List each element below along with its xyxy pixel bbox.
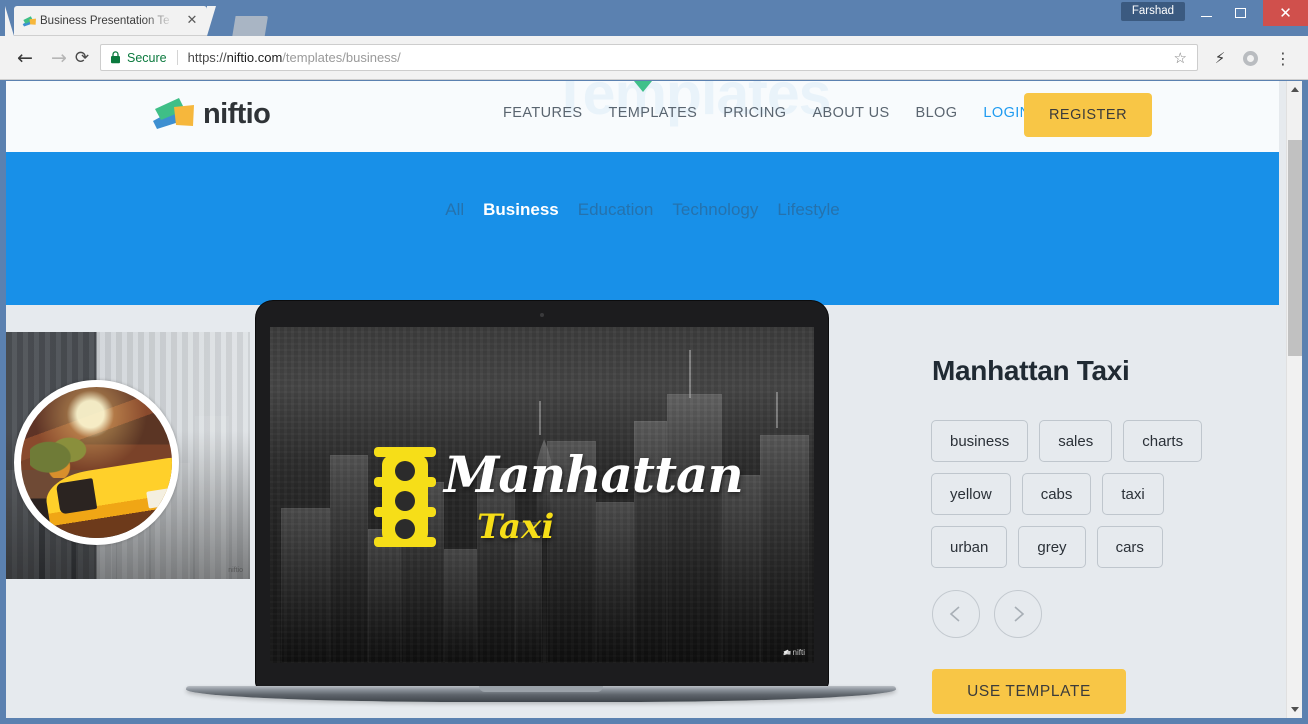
- taxi-photo-headlight: [146, 487, 172, 509]
- window-close-button[interactable]: ✕: [1263, 0, 1308, 26]
- slide-subtitle: Taxi: [477, 507, 555, 547]
- triangle-down-icon: [1291, 707, 1299, 712]
- taxi-photo-window: [55, 477, 98, 515]
- tag-urban[interactable]: urban: [931, 526, 1008, 568]
- tag-cabs[interactable]: cabs: [1021, 473, 1092, 515]
- close-icon: ✕: [1279, 3, 1292, 22]
- browser-tab[interactable]: Business Presentation Te ✕: [5, 6, 216, 36]
- laptop-mockup: Manhattan Taxi nifti: [186, 301, 896, 702]
- filter-education[interactable]: Education: [578, 200, 654, 220]
- template-slide-preview[interactable]: Manhattan Taxi nifti: [270, 327, 814, 663]
- filter-lifestyle[interactable]: Lifestyle: [777, 200, 839, 220]
- laptop-notch: [479, 686, 603, 692]
- chevron-right-icon: [1014, 606, 1025, 622]
- main-navigation: FEATURES TEMPLATES PRICING ABOUT US BLOG…: [490, 105, 1044, 121]
- category-filter-band: All Business Education Technology Lifest…: [6, 152, 1279, 305]
- site-header: Templates niftio FEATURES TEMPLATES PRIC…: [6, 81, 1279, 152]
- tag-yellow[interactable]: yellow: [931, 473, 1011, 515]
- slide-title: Manhattan: [444, 445, 744, 504]
- active-nav-caret-icon: [634, 81, 652, 92]
- address-bar[interactable]: Secure https://niftio.com/templates/busi…: [100, 44, 1198, 71]
- template-showcase: niftio Manhattan Taxi nifti Manhattan Ta…: [6, 301, 1279, 718]
- tag-grey[interactable]: grey: [1018, 526, 1086, 568]
- tag-sales[interactable]: sales: [1039, 420, 1113, 462]
- browser-window: Business Presentation Te ✕ Farshad ✕ ← →…: [0, 0, 1308, 724]
- register-button[interactable]: REGISTER: [1024, 93, 1152, 137]
- laptop-camera-icon: [540, 313, 544, 317]
- scroll-down-button[interactable]: [1287, 701, 1303, 718]
- browser-menu-icon[interactable]: ⋮: [1270, 45, 1296, 71]
- previous-template-button[interactable]: [932, 590, 980, 638]
- tag-business[interactable]: business: [931, 420, 1029, 462]
- category-filter-list: All Business Education Technology Lifest…: [6, 200, 1279, 220]
- security-indicator[interactable]: Secure: [110, 51, 167, 65]
- triangle-up-icon: [1291, 87, 1299, 92]
- maximize-icon: [1235, 8, 1246, 18]
- url-host: niftio.com: [226, 50, 283, 65]
- taxi-photo-foliage: [30, 426, 94, 478]
- filter-technology[interactable]: Technology: [672, 200, 758, 220]
- profile-name-button[interactable]: Farshad: [1120, 2, 1185, 21]
- tab-close-icon[interactable]: ✕: [185, 14, 199, 28]
- minimize-icon: [1201, 16, 1212, 17]
- url-scheme: https://: [187, 50, 227, 65]
- taxi-photo-circle: [14, 380, 179, 545]
- chevron-left-icon: [949, 606, 960, 622]
- lock-icon: [111, 51, 120, 64]
- nav-item-about-us[interactable]: ABOUT US: [799, 105, 902, 121]
- laptop-lid: Manhattan Taxi nifti: [256, 301, 828, 689]
- nav-item-features[interactable]: FEATURES: [490, 105, 595, 121]
- scrollbar-thumb[interactable]: [1288, 140, 1302, 356]
- page-viewport: Templates niftio FEATURES TEMPLATES PRIC…: [6, 81, 1294, 718]
- bookmark-star-icon[interactable]: ☆: [1174, 49, 1187, 67]
- niftio-watermark-icon: [782, 649, 791, 656]
- back-icon[interactable]: ←: [13, 46, 37, 70]
- next-template-button[interactable]: [994, 590, 1042, 638]
- nav-item-templates[interactable]: TEMPLATES: [595, 105, 710, 121]
- extension-icon[interactable]: [1237, 45, 1263, 71]
- reload-icon[interactable]: ⟳: [70, 46, 94, 70]
- site-logo-text: niftio: [203, 97, 271, 130]
- page-scrollbar[interactable]: [1286, 81, 1302, 718]
- browser-toolbar: ← → ⟳ Secure https://niftio.com/template…: [0, 36, 1308, 80]
- tag-cars[interactable]: cars: [1096, 526, 1163, 568]
- omnibox-divider: [176, 50, 178, 65]
- url-path: /templates/business/: [282, 50, 401, 65]
- lightning-bolt-icon[interactable]: ⚡: [1207, 45, 1233, 71]
- site-logo[interactable]: niftio: [152, 97, 271, 131]
- template-tag-list: business sales charts yellow cabs taxi u…: [931, 420, 1251, 568]
- new-tab-button[interactable]: [232, 16, 268, 38]
- filter-all[interactable]: All: [445, 200, 464, 220]
- scroll-up-button[interactable]: [1287, 81, 1303, 98]
- tag-taxi[interactable]: taxi: [1102, 473, 1164, 515]
- url-text: https://niftio.com/templates/business/: [188, 50, 401, 65]
- template-carousel-controls: [932, 590, 1042, 638]
- niftio-favicon: [22, 16, 36, 27]
- nav-item-pricing[interactable]: PRICING: [710, 105, 799, 121]
- tag-charts[interactable]: charts: [1123, 420, 1203, 462]
- slide-watermark: nifti: [782, 648, 805, 657]
- extension-ring-icon: [1242, 50, 1258, 66]
- template-title: Manhattan Taxi: [932, 355, 1130, 386]
- niftio-logo-icon: [153, 98, 194, 129]
- filter-business[interactable]: Business: [483, 200, 559, 220]
- use-template-button[interactable]: USE TEMPLATE: [932, 669, 1126, 714]
- tab-title: Business Presentation Te: [40, 15, 170, 27]
- tab-strip: Business Presentation Te ✕: [5, 6, 268, 38]
- traffic-light-icon: [374, 447, 436, 551]
- slide-watermark-text: nifti: [792, 648, 805, 657]
- browser-titlebar: Business Presentation Te ✕ Farshad ✕: [0, 0, 1308, 38]
- template-info-panel: Manhattan Taxi business sales charts yel…: [926, 305, 1266, 718]
- forward-icon[interactable]: →: [47, 46, 71, 70]
- window-maximize-button[interactable]: [1218, 0, 1263, 26]
- nav-item-blog[interactable]: BLOG: [903, 105, 971, 121]
- secure-label: Secure: [127, 50, 167, 65]
